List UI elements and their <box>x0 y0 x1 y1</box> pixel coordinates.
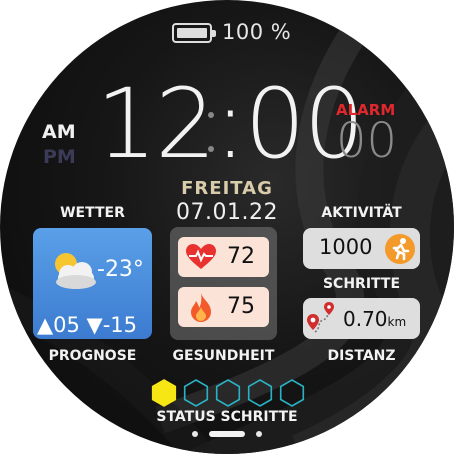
calories-value: 75 <box>227 294 255 319</box>
watch-face: 100 % AM PM 12:00 ALARM 00 FREITAG 07.01… <box>0 0 454 454</box>
am-indicator: AM <box>42 121 76 143</box>
status-label: STATUS SCHRITTE <box>156 409 298 425</box>
distance-card[interactable]: 0.70km <box>303 298 420 339</box>
heart-rate-icon <box>186 244 216 269</box>
temperature: -23° <box>97 257 144 282</box>
steps-card[interactable]: 1000 <box>303 228 420 269</box>
flame-icon <box>191 293 211 322</box>
calories-card[interactable]: 75 <box>178 287 269 327</box>
page-indicator[interactable] <box>192 430 262 438</box>
running-icon <box>385 234 415 264</box>
forecast-label: PROGNOSE <box>48 348 137 364</box>
distance-readout: 0.70km <box>343 307 406 331</box>
health-label: GESUNDHEIT <box>172 348 275 364</box>
battery-tip <box>212 30 216 37</box>
pm-indicator: PM <box>43 146 76 168</box>
status-hexagon-empty <box>247 379 273 407</box>
status-hexagon-empty <box>279 379 305 407</box>
step-status-hexagons <box>151 379 305 407</box>
colon-dot <box>208 112 214 118</box>
forecast: ▲05 ▼-15 <box>37 313 137 337</box>
distance-label: DISTANZ <box>327 348 396 364</box>
page-dot-active[interactable] <box>209 431 245 437</box>
alarm-value[interactable]: 00 <box>336 117 397 165</box>
steps-label: SCHRITTE <box>322 276 401 292</box>
weather-label: WETTER <box>60 205 125 221</box>
status-hexagon-filled <box>151 379 177 407</box>
status-hexagon-empty <box>215 379 241 407</box>
distance-value: 0.70 <box>343 307 388 331</box>
steps-value: 1000 <box>319 235 373 259</box>
colon-dot <box>208 146 214 152</box>
distance-unit: km <box>387 315 407 329</box>
partly-cloudy-icon <box>55 253 96 289</box>
health-panel: 72 75 <box>170 227 277 340</box>
page-dot[interactable] <box>256 431 262 437</box>
battery-icon <box>172 23 216 43</box>
weekday: FREITAG <box>181 178 273 199</box>
battery-percent: 100 % <box>222 20 292 44</box>
heart-rate-value: 72 <box>227 244 255 269</box>
activity-label: AKTIVITÄT <box>321 205 402 221</box>
status-hexagon-empty <box>183 379 209 407</box>
page-dot[interactable] <box>192 431 198 437</box>
route-icon <box>307 302 334 333</box>
heart-rate-card[interactable]: 72 <box>178 237 269 277</box>
clock-time[interactable]: 12:00 <box>96 76 365 172</box>
battery-fill <box>177 28 207 38</box>
